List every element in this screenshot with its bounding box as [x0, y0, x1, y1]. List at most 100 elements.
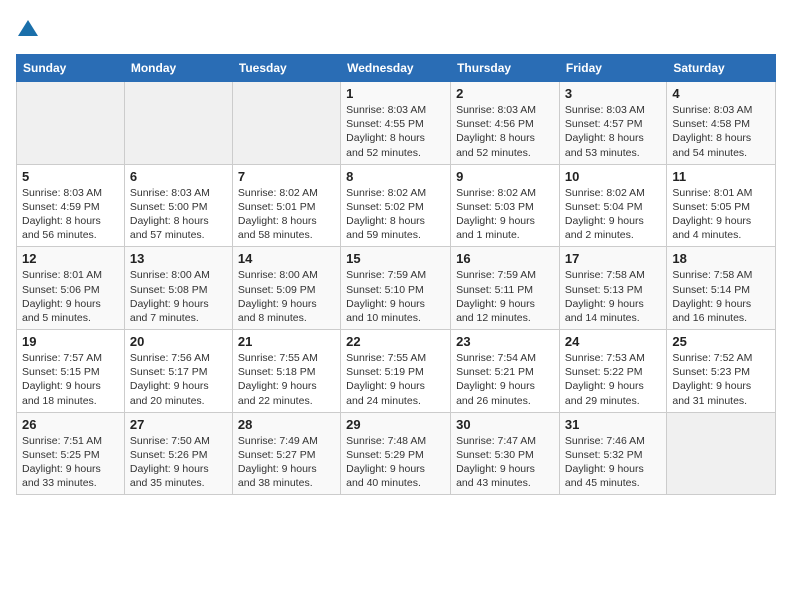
calendar-cell: 25Sunrise: 7:52 AM Sunset: 5:23 PM Dayli…	[667, 330, 776, 413]
calendar-cell	[667, 412, 776, 495]
day-number: 6	[130, 169, 227, 184]
weekday-header-monday: Monday	[124, 55, 232, 82]
logo-icon	[16, 18, 40, 42]
calendar-cell: 1 Sunrise: 8:03 AM Sunset: 4:55 PM Daylig…	[341, 82, 451, 165]
day-number: 24	[565, 334, 661, 349]
day-number: 26	[22, 417, 119, 432]
day-info: Sunrise: 7:56 AM Sunset: 5:17 PM Dayligh…	[130, 351, 227, 408]
calendar-cell: 11 Sunrise: 8:01 AM Sunset: 5:05 PM Dayli…	[667, 164, 776, 247]
calendar-cell: 5 Sunrise: 8:03 AM Sunset: 4:59 PM Daylig…	[17, 164, 125, 247]
calendar-cell: 15 Sunrise: 7:59 AM Sunset: 5:10 PM Dayli…	[341, 247, 451, 330]
calendar-cell: 22 Sunrise: 7:55 AM Sunset: 5:19 PM Dayli…	[341, 330, 451, 413]
calendar-cell: 6 Sunrise: 8:03 AM Sunset: 5:00 PM Daylig…	[124, 164, 232, 247]
day-number: 1	[346, 86, 445, 101]
calendar-cell: 2Sunrise: 8:03 AM Sunset: 4:56 PM Daylig…	[451, 82, 560, 165]
day-number: 11	[672, 169, 770, 184]
day-info: Sunrise: 8:02 AM Sunset: 5:02 PM Dayligh…	[346, 186, 445, 243]
day-number: 18	[672, 251, 770, 266]
day-info: Sunrise: 7:47 AM Sunset: 5:30 PM Dayligh…	[456, 434, 554, 491]
calendar-cell: 7 Sunrise: 8:02 AM Sunset: 5:01 PM Daylig…	[232, 164, 340, 247]
day-info: Sunrise: 8:03 AM Sunset: 4:57 PM Dayligh…	[565, 103, 661, 160]
day-info: Sunrise: 8:03 AM Sunset: 5:00 PM Dayligh…	[130, 186, 227, 243]
day-number: 21	[238, 334, 335, 349]
calendar-cell: 29 Sunrise: 7:48 AM Sunset: 5:29 PM Dayli…	[341, 412, 451, 495]
day-number: 23	[456, 334, 554, 349]
day-number: 19	[22, 334, 119, 349]
day-number: 15	[346, 251, 445, 266]
day-info: Sunrise: 7:46 AM Sunset: 5:32 PM Dayligh…	[565, 434, 661, 491]
calendar-cell: 24 Sunrise: 7:53 AM Sunset: 5:22 PM Dayli…	[559, 330, 666, 413]
day-number: 8	[346, 169, 445, 184]
day-number: 22	[346, 334, 445, 349]
day-number: 14	[238, 251, 335, 266]
day-number: 17	[565, 251, 661, 266]
calendar-week-3: 12Sunrise: 8:01 AM Sunset: 5:06 PM Dayli…	[17, 247, 776, 330]
calendar-cell: 31 Sunrise: 7:46 AM Sunset: 5:32 PM Dayli…	[559, 412, 666, 495]
calendar-cell: 17 Sunrise: 7:58 AM Sunset: 5:13 PM Dayli…	[559, 247, 666, 330]
calendar-cell: 27Sunrise: 7:50 AM Sunset: 5:26 PM Dayli…	[124, 412, 232, 495]
day-number: 9	[456, 169, 554, 184]
calendar-cell: 13Sunrise: 8:00 AM Sunset: 5:08 PM Dayli…	[124, 247, 232, 330]
day-number: 5	[22, 169, 119, 184]
calendar-week-2: 5 Sunrise: 8:03 AM Sunset: 4:59 PM Daylig…	[17, 164, 776, 247]
calendar-cell: 12Sunrise: 8:01 AM Sunset: 5:06 PM Dayli…	[17, 247, 125, 330]
day-info: Sunrise: 7:49 AM Sunset: 5:27 PM Dayligh…	[238, 434, 335, 491]
calendar-cell: 16 Sunrise: 7:59 AM Sunset: 5:11 PM Dayli…	[451, 247, 560, 330]
day-info: Sunrise: 7:57 AM Sunset: 5:15 PM Dayligh…	[22, 351, 119, 408]
calendar-cell: 8 Sunrise: 8:02 AM Sunset: 5:02 PM Daylig…	[341, 164, 451, 247]
calendar-cell	[17, 82, 125, 165]
day-number: 29	[346, 417, 445, 432]
day-info: Sunrise: 7:59 AM Sunset: 5:11 PM Dayligh…	[456, 268, 554, 325]
day-info: Sunrise: 7:58 AM Sunset: 5:14 PM Dayligh…	[672, 268, 770, 325]
calendar-cell: 26 Sunrise: 7:51 AM Sunset: 5:25 PM Dayli…	[17, 412, 125, 495]
day-info: Sunrise: 7:59 AM Sunset: 5:10 PM Dayligh…	[346, 268, 445, 325]
page-header	[16, 16, 776, 42]
weekday-header-friday: Friday	[559, 55, 666, 82]
day-number: 31	[565, 417, 661, 432]
day-number: 16	[456, 251, 554, 266]
day-number: 12	[22, 251, 119, 266]
calendar-table: SundayMondayTuesdayWednesdayThursdayFrid…	[16, 54, 776, 495]
day-info: Sunrise: 7:53 AM Sunset: 5:22 PM Dayligh…	[565, 351, 661, 408]
calendar-cell: 19 Sunrise: 7:57 AM Sunset: 5:15 PM Dayli…	[17, 330, 125, 413]
calendar-cell: 18 Sunrise: 7:58 AM Sunset: 5:14 PM Dayli…	[667, 247, 776, 330]
day-number: 10	[565, 169, 661, 184]
day-info: Sunrise: 8:03 AM Sunset: 4:59 PM Dayligh…	[22, 186, 119, 243]
weekday-header-saturday: Saturday	[667, 55, 776, 82]
calendar-week-1: 1 Sunrise: 8:03 AM Sunset: 4:55 PM Daylig…	[17, 82, 776, 165]
weekday-header-tuesday: Tuesday	[232, 55, 340, 82]
calendar-cell: 23 Sunrise: 7:54 AM Sunset: 5:21 PM Dayli…	[451, 330, 560, 413]
weekday-header-wednesday: Wednesday	[341, 55, 451, 82]
day-info: Sunrise: 8:02 AM Sunset: 5:03 PM Dayligh…	[456, 186, 554, 243]
calendar-week-5: 26 Sunrise: 7:51 AM Sunset: 5:25 PM Dayli…	[17, 412, 776, 495]
day-info: Sunrise: 7:54 AM Sunset: 5:21 PM Dayligh…	[456, 351, 554, 408]
day-info: Sunrise: 8:02 AM Sunset: 5:01 PM Dayligh…	[238, 186, 335, 243]
day-info: Sunrise: 8:01 AM Sunset: 5:05 PM Dayligh…	[672, 186, 770, 243]
calendar-cell: 3 Sunrise: 8:03 AM Sunset: 4:57 PM Daylig…	[559, 82, 666, 165]
day-info: Sunrise: 7:50 AM Sunset: 5:26 PM Dayligh…	[130, 434, 227, 491]
calendar-cell	[232, 82, 340, 165]
day-info: Sunrise: 7:58 AM Sunset: 5:13 PM Dayligh…	[565, 268, 661, 325]
day-number: 3	[565, 86, 661, 101]
day-info: Sunrise: 8:00 AM Sunset: 5:08 PM Dayligh…	[130, 268, 227, 325]
logo	[16, 16, 44, 42]
calendar-cell: 21 Sunrise: 7:55 AM Sunset: 5:18 PM Dayli…	[232, 330, 340, 413]
day-number: 20	[130, 334, 227, 349]
day-number: 28	[238, 417, 335, 432]
weekday-header-thursday: Thursday	[451, 55, 560, 82]
day-info: Sunrise: 8:00 AM Sunset: 5:09 PM Dayligh…	[238, 268, 335, 325]
calendar-cell: 30 Sunrise: 7:47 AM Sunset: 5:30 PM Dayli…	[451, 412, 560, 495]
day-number: 30	[456, 417, 554, 432]
day-info: Sunrise: 7:55 AM Sunset: 5:18 PM Dayligh…	[238, 351, 335, 408]
day-info: Sunrise: 7:55 AM Sunset: 5:19 PM Dayligh…	[346, 351, 445, 408]
day-number: 4	[672, 86, 770, 101]
weekday-header-sunday: Sunday	[17, 55, 125, 82]
day-info: Sunrise: 8:03 AM Sunset: 4:55 PM Dayligh…	[346, 103, 445, 160]
day-number: 7	[238, 169, 335, 184]
day-info: Sunrise: 7:51 AM Sunset: 5:25 PM Dayligh…	[22, 434, 119, 491]
calendar-week-4: 19 Sunrise: 7:57 AM Sunset: 5:15 PM Dayli…	[17, 330, 776, 413]
calendar-cell	[124, 82, 232, 165]
day-number: 2	[456, 86, 554, 101]
day-info: Sunrise: 7:48 AM Sunset: 5:29 PM Dayligh…	[346, 434, 445, 491]
day-number: 25	[672, 334, 770, 349]
